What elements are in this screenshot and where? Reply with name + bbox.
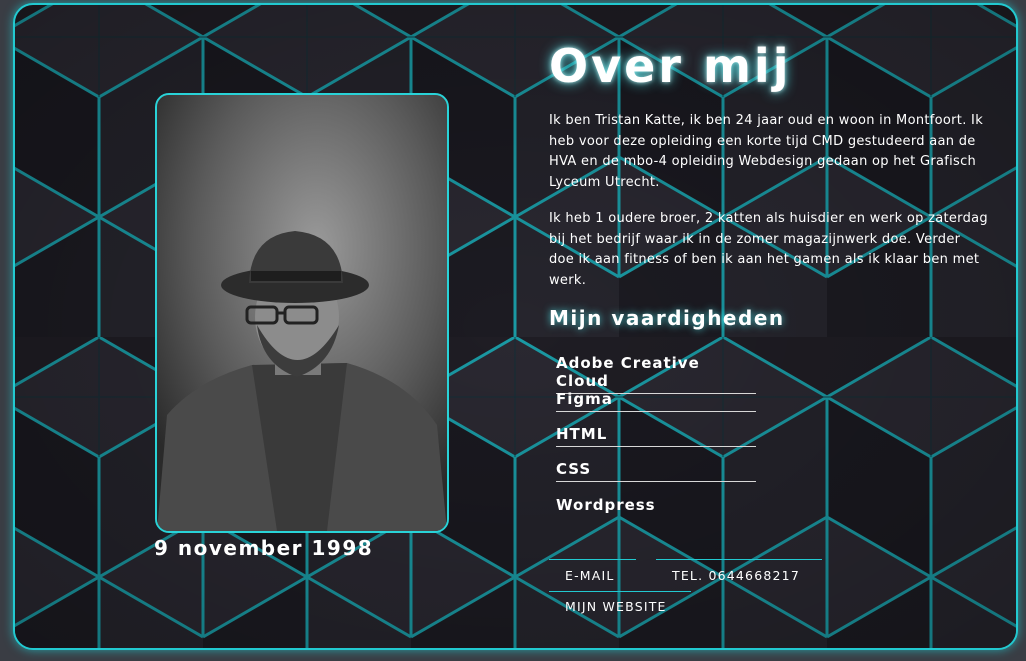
birth-date: 9 november 1998 xyxy=(154,536,374,560)
skill-item: CSS xyxy=(556,460,756,482)
about-card: 9 november 1998 Over mij Ik ben Tristan … xyxy=(13,3,1018,650)
website-link[interactable]: MIJN WEBSITE xyxy=(565,599,667,614)
email-link[interactable]: E-MAIL xyxy=(565,568,615,583)
phone-link[interactable]: TEL. 0644668217 xyxy=(672,568,800,583)
about-paragraph-1: Ik ben Tristan Katte, ik ben 24 jaar oud… xyxy=(549,113,984,190)
skill-item: Wordpress xyxy=(556,496,656,514)
skill-item: Adobe Creative Cloud xyxy=(556,354,756,394)
skill-item: HTML xyxy=(556,425,756,447)
skills-heading: Mijn vaardigheden xyxy=(549,306,785,330)
phone-link-divider xyxy=(656,559,822,560)
website-link-divider xyxy=(549,591,691,592)
email-link-divider xyxy=(549,559,636,560)
page-title: Over mij xyxy=(549,39,792,93)
skill-item: Figma xyxy=(556,390,756,412)
profile-photo xyxy=(155,93,449,533)
about-paragraph-2: Ik heb 1 oudere broer, 2 katten als huis… xyxy=(549,211,988,288)
